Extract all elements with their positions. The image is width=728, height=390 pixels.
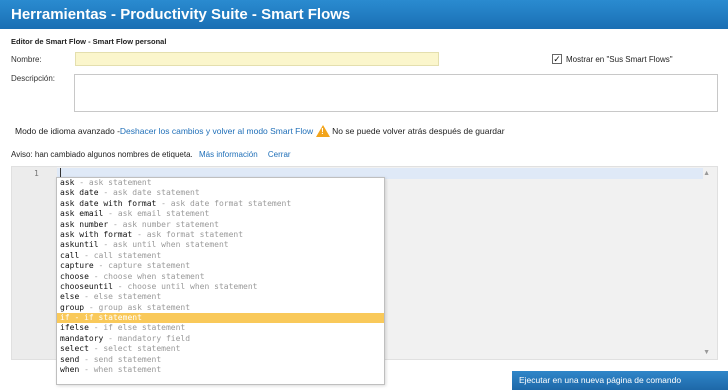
autocomplete-description: mandatory field bbox=[117, 333, 191, 343]
autocomplete-keyword: ask date bbox=[60, 188, 99, 198]
warning-icon: ! bbox=[316, 125, 331, 137]
autocomplete-keyword: group bbox=[60, 302, 85, 312]
autocomplete-item[interactable]: choose - choose when statement bbox=[57, 272, 384, 282]
autocomplete-item[interactable]: group - group ask statement bbox=[57, 303, 384, 313]
autocomplete-keyword: call bbox=[60, 250, 80, 260]
autocomplete-item[interactable]: askuntil - ask until when statement bbox=[57, 240, 384, 250]
autocomplete-keyword: ask with format bbox=[60, 229, 133, 239]
editor-subtitle: Editor de Smart Flow - Smart Flow person… bbox=[11, 37, 167, 46]
warning-text: No se puede volver atrás después de guar… bbox=[332, 126, 505, 136]
description-input[interactable] bbox=[74, 74, 718, 112]
show-in-smart-flows-toggle[interactable]: ✓ Mostrar en "Sus Smart Flows" bbox=[552, 54, 673, 64]
autocomplete-description: if else statement bbox=[103, 323, 186, 333]
autocomplete-description: ask date statement bbox=[112, 188, 200, 198]
autocomplete-keyword: ask bbox=[60, 178, 75, 187]
name-label: Nombre: bbox=[11, 55, 42, 64]
mode-prefix: Modo de idioma avanzado - bbox=[15, 126, 120, 136]
show-checkbox-label: Mostrar en "Sus Smart Flows" bbox=[566, 54, 673, 64]
autocomplete-keyword: ask date with format bbox=[60, 198, 157, 208]
autocomplete-item[interactable]: mandatory - mandatory field bbox=[57, 334, 384, 344]
autocomplete-description: group ask statement bbox=[98, 302, 191, 312]
autocomplete-description: else statement bbox=[93, 292, 162, 302]
autocomplete-item[interactable]: call - call statement bbox=[57, 251, 384, 261]
autocomplete-description: choose when statement bbox=[103, 271, 205, 281]
autocomplete-keyword: ask email bbox=[60, 209, 104, 219]
autocomplete-description: if statement bbox=[84, 313, 142, 323]
scroll-down-arrow-icon[interactable]: ▼ bbox=[703, 349, 710, 356]
autocomplete-keyword: if bbox=[60, 313, 70, 323]
autocomplete-item[interactable]: ask date with format - ask date format s… bbox=[57, 199, 384, 209]
autocomplete-keyword: choose bbox=[60, 271, 89, 281]
name-input[interactable] bbox=[75, 52, 439, 66]
autocomplete-keyword: ifelse bbox=[60, 323, 89, 333]
autocomplete-item[interactable]: if - if statement bbox=[57, 313, 384, 324]
undo-changes-link[interactable]: Deshacer los cambios y volver al modo Sm… bbox=[120, 126, 313, 136]
autocomplete-description: ask email statement bbox=[117, 209, 210, 219]
autocomplete-description: select statement bbox=[103, 344, 181, 354]
mode-line: Modo de idioma avanzado - Deshacer los c… bbox=[15, 125, 505, 137]
description-label: Descripción: bbox=[11, 74, 56, 83]
autocomplete-keyword: send bbox=[60, 354, 80, 364]
autocomplete-description: choose until when statement bbox=[127, 281, 258, 291]
autocomplete-keyword: mandatory bbox=[60, 333, 104, 343]
show-checkbox[interactable]: ✓ bbox=[552, 54, 562, 64]
autocomplete-item[interactable]: ask email - ask email statement bbox=[57, 209, 384, 219]
autocomplete-item[interactable]: ask - ask statement bbox=[57, 178, 384, 188]
autocomplete-item[interactable]: ask date - ask date statement bbox=[57, 188, 384, 198]
autocomplete-keyword: capture bbox=[60, 261, 94, 271]
run-in-new-page-button[interactable]: Ejecutar en una nueva página de comando bbox=[512, 371, 728, 390]
autocomplete-keyword: when bbox=[60, 365, 80, 375]
autocomplete-item[interactable]: capture - capture statement bbox=[57, 261, 384, 271]
autocomplete-description: ask until when statement bbox=[112, 240, 229, 250]
autocomplete-item[interactable]: ask with format - ask format statement bbox=[57, 230, 384, 240]
autocomplete-item[interactable]: chooseuntil - choose until when statemen… bbox=[57, 282, 384, 292]
autocomplete-description: when statement bbox=[93, 365, 162, 375]
autocomplete-description: call statement bbox=[93, 250, 162, 260]
autocomplete-item[interactable]: ifelse - if else statement bbox=[57, 323, 384, 333]
autocomplete-item[interactable]: send - send statement bbox=[57, 355, 384, 365]
scroll-up-arrow-icon[interactable]: ▲ bbox=[703, 170, 710, 177]
notice-text: Aviso: han cambiado algunos nombres de e… bbox=[11, 150, 193, 159]
autocomplete-item[interactable]: ask number - ask number statement bbox=[57, 220, 384, 230]
autocomplete-item[interactable]: else - else statement bbox=[57, 292, 384, 302]
autocomplete-item[interactable]: when - when statement bbox=[57, 365, 384, 375]
autocomplete-keyword: select bbox=[60, 344, 89, 354]
tag-names-notice: Aviso: han cambiado algunos nombres de e… bbox=[11, 150, 291, 159]
autocomplete-description: ask number statement bbox=[122, 219, 219, 229]
autocomplete-description: capture statement bbox=[108, 261, 191, 271]
more-info-link[interactable]: Más información bbox=[199, 150, 258, 159]
autocomplete-description: ask statement bbox=[88, 178, 152, 187]
autocomplete-keyword: else bbox=[60, 292, 80, 302]
autocomplete-item[interactable]: select - select statement bbox=[57, 344, 384, 354]
autocomplete-keyword: askuntil bbox=[60, 240, 99, 250]
line-gutter bbox=[12, 167, 57, 359]
line-number: 1 bbox=[34, 169, 39, 178]
window-title: Herramientas - Productivity Suite - Smar… bbox=[0, 0, 728, 29]
autocomplete-description: send statement bbox=[93, 354, 162, 364]
autocomplete-description: ask date format statement bbox=[170, 198, 292, 208]
close-notice-link[interactable]: Cerrar bbox=[268, 150, 291, 159]
autocomplete-keyword: chooseuntil bbox=[60, 281, 113, 291]
autocomplete-keyword: ask number bbox=[60, 219, 109, 229]
autocomplete-popup[interactable]: ask - ask statement ask date - ask date s… bbox=[56, 177, 385, 385]
autocomplete-description: ask format statement bbox=[146, 229, 244, 239]
